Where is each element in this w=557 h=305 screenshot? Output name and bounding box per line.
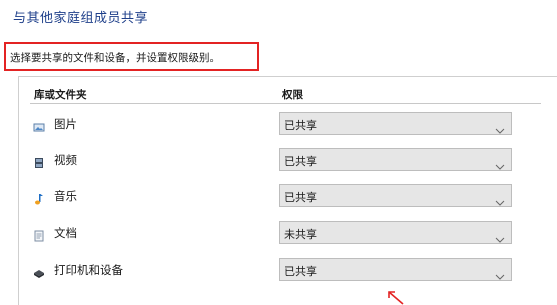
chevron-down-icon	[495, 120, 505, 134]
library-row-videos: 视频 已共享	[0, 148, 557, 172]
permission-dropdown-pictures[interactable]: 已共享	[279, 112, 512, 135]
printer-icon	[33, 264, 45, 278]
annotation-arrow-icon	[388, 291, 404, 305]
library-row-music: 音乐 已共享	[0, 184, 557, 208]
library-row-documents: 文档 未共享	[0, 221, 557, 245]
library-label: 文档	[54, 226, 77, 240]
permission-dropdown-printers[interactable]: 已共享	[279, 258, 512, 281]
permission-dropdown-music[interactable]: 已共享	[279, 184, 512, 207]
permission-dropdown-documents[interactable]: 未共享	[279, 221, 512, 244]
chevron-down-icon	[495, 266, 505, 280]
library-row-pictures: 图片 已共享	[0, 112, 557, 136]
library-label: 音乐	[54, 189, 77, 203]
page-title: 与其他家庭组成员共享	[13, 11, 149, 26]
library-label: 图片	[54, 117, 77, 131]
permission-value: 已共享	[284, 155, 317, 168]
column-header-library: 库或文件夹	[34, 89, 87, 101]
videos-icon	[33, 154, 45, 168]
chevron-down-icon	[495, 229, 505, 243]
permission-value: 已共享	[284, 119, 317, 132]
music-icon	[33, 190, 45, 205]
header-divider	[30, 103, 541, 104]
library-row-printers: 打印机和设备 已共享	[0, 258, 557, 282]
instruction-text: 选择要共享的文件和设备，并设置权限级别。	[10, 52, 220, 64]
permission-value: 未共享	[284, 228, 317, 241]
column-header-permission: 权限	[282, 89, 303, 101]
chevron-down-icon	[495, 156, 505, 170]
permission-value: 已共享	[284, 191, 317, 204]
permission-value: 已共享	[284, 265, 317, 278]
permission-dropdown-videos[interactable]: 已共享	[279, 148, 512, 171]
library-label: 视频	[54, 153, 77, 167]
pictures-icon	[33, 118, 45, 132]
chevron-down-icon	[495, 192, 505, 206]
documents-icon	[33, 227, 45, 242]
library-label: 打印机和设备	[54, 263, 123, 277]
